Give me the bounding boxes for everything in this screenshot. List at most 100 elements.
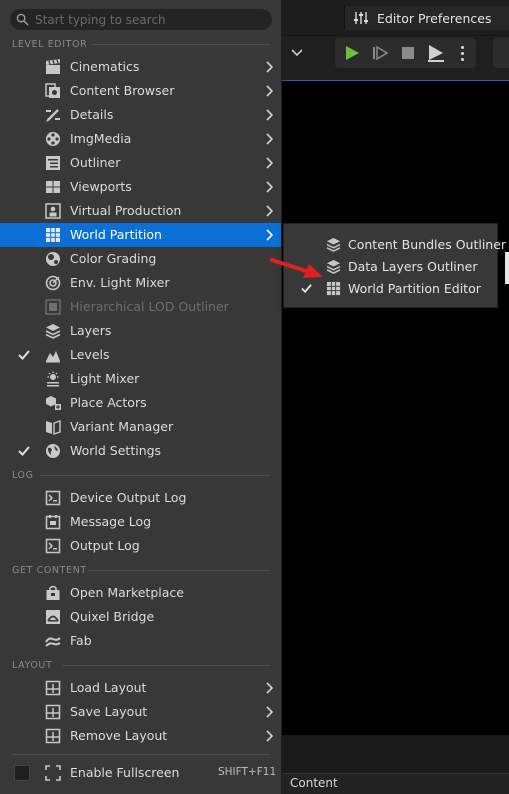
editor-preferences-button[interactable]: Editor Preferences [344, 6, 509, 30]
place-actors-icon [46, 396, 61, 410]
bottom-tab-content[interactable]: Content [290, 776, 338, 790]
menu-item-cinematics[interactable]: Cinematics [0, 55, 281, 79]
search-icon [16, 13, 29, 26]
chevron-right-icon [266, 109, 274, 121]
advance-frame-icon [373, 45, 389, 61]
menu-item-outliner[interactable]: Outliner [0, 151, 281, 175]
menu-item-label: Levels [70, 347, 110, 362]
more-options-button[interactable] [455, 42, 469, 64]
menu-item-imgmedia[interactable]: ImgMedia [0, 127, 281, 151]
menu-item-content-browser[interactable]: Content Browser [0, 79, 281, 103]
menu-item-label: Load Layout [70, 680, 147, 695]
checkmark-icon [18, 446, 30, 456]
device-output-log-icon [45, 490, 61, 506]
search-input[interactable] [35, 12, 255, 27]
menu-item-label: Remove Layout [70, 728, 168, 743]
menu-item-fab[interactable]: Fab [0, 629, 281, 653]
section-divider [12, 754, 270, 755]
menu-item-label: Color Grading [70, 251, 157, 266]
chevron-right-icon [266, 730, 274, 742]
output-log-icon [45, 538, 61, 554]
details-icon [46, 109, 60, 122]
fullscreen-icon [45, 765, 61, 781]
submenu-item-label: Content Bundles Outliner [348, 237, 507, 252]
section-level-editor: LEVEL EDITOR [12, 39, 88, 50]
menu-item-label: Open Marketplace [70, 585, 184, 600]
menu-search[interactable] [10, 9, 272, 30]
menu-item-label: Variant Manager [70, 419, 174, 434]
menu-item-world-partition[interactable]: World Partition [0, 223, 281, 247]
submenu-item-world-partition-editor[interactable]: World Partition Editor [284, 278, 497, 300]
section-log: LOG [12, 470, 34, 481]
section-get-content: GET CONTENT [12, 565, 87, 576]
eject-button[interactable] [425, 42, 447, 64]
menu-item-color-grading[interactable]: Color Grading [0, 247, 281, 271]
menu-item-quixel-bridge[interactable]: Quixel Bridge [0, 605, 281, 629]
variant-manager-icon [46, 420, 61, 435]
chevron-down-icon[interactable] [288, 44, 306, 62]
menu-item-light-mixer[interactable]: Light Mixer [0, 367, 281, 391]
section-layout: LAYOUT [12, 660, 53, 671]
viewport-overlay-edge [505, 252, 509, 284]
menu-item-layers[interactable]: Layers [0, 319, 281, 343]
levels-icon [46, 351, 60, 363]
menu-item-message-log[interactable]: Message Log [0, 510, 281, 534]
menu-item-output-log[interactable]: Output Log [0, 534, 281, 558]
menu-item-variant-manager[interactable]: Variant Manager [0, 415, 281, 439]
menu-item-label: World Settings [70, 443, 162, 458]
message-log-icon [45, 515, 61, 530]
menu-item-place-actors[interactable]: Place Actors [0, 391, 281, 415]
toolbar-right-edge [493, 38, 509, 68]
quixel-bridge-icon [46, 610, 60, 624]
eject-icon [428, 45, 444, 62]
imgmedia-icon [46, 132, 60, 146]
menu-item-hierarchical-lod-outliner[interactable]: Hierarchical LOD Outliner [0, 295, 281, 319]
submenu-item-content-bundles-outliner[interactable]: Content Bundles Outliner [284, 234, 506, 256]
menu-item-levels[interactable]: Levels [0, 343, 281, 367]
menu-item-enable-fullscreen[interactable]: Enable Fullscreen SHIFT+F11 [0, 758, 281, 788]
menu-item-label: Enable Fullscreen [70, 765, 180, 780]
advance-frame-button[interactable] [369, 42, 391, 64]
menu-item-virtual-production[interactable]: Virtual Production [0, 199, 281, 223]
content-browser-icon [45, 83, 60, 98]
chevron-right-icon [266, 706, 274, 718]
menu-item-device-output-log[interactable]: Device Output Log [0, 486, 281, 510]
sliders-icon [354, 12, 368, 24]
data-layers-icon [326, 259, 341, 274]
play-button[interactable] [341, 42, 363, 64]
light-mixer-icon [47, 371, 59, 387]
window-menu: LEVEL EDITOR Cinematics Content Browser … [0, 0, 282, 794]
menu-item-label: Light Mixer [70, 371, 140, 386]
submenu-item-data-layers-outliner[interactable]: Data Layers Outliner [284, 256, 497, 278]
menu-item-label: Layers [70, 323, 112, 338]
stop-icon [402, 47, 414, 59]
menu-item-label: Save Layout [70, 704, 148, 719]
menu-item-world-settings[interactable]: World Settings [0, 439, 281, 463]
menu-item-env-light-mixer[interactable]: Env. Light Mixer [0, 271, 281, 295]
section-divider [88, 570, 270, 571]
viewport[interactable] [282, 80, 509, 735]
menu-item-label: ImgMedia [70, 131, 132, 146]
chevron-right-icon [266, 133, 274, 145]
menu-item-label: Place Actors [70, 395, 147, 410]
fullscreen-checkbox[interactable] [14, 765, 30, 781]
stop-button[interactable] [397, 42, 419, 64]
save-layout-icon [45, 704, 61, 720]
world-partition-submenu: Content Bundles Outliner Data Layers Out… [283, 223, 506, 308]
viewports-icon [46, 181, 60, 193]
menu-item-label: Device Output Log [70, 490, 187, 505]
menu-item-label: Cinematics [70, 59, 140, 74]
checkmark-icon [301, 284, 312, 294]
world-partition-editor-icon [326, 281, 341, 296]
virtual-production-icon [45, 203, 61, 219]
menu-item-viewports[interactable]: Viewports [0, 175, 281, 199]
menu-item-save-layout[interactable]: Save Layout [0, 700, 281, 724]
checkmark-icon [18, 350, 30, 360]
chevron-right-icon [266, 157, 274, 169]
menu-item-remove-layout[interactable]: Remove Layout [0, 724, 281, 748]
menu-item-open-marketplace[interactable]: Open Marketplace [0, 581, 281, 605]
menu-item-load-layout[interactable]: Load Layout [0, 676, 281, 700]
menu-item-details[interactable]: Details [0, 103, 281, 127]
shortcut-label: SHIFT+F11 [218, 766, 277, 778]
remove-layout-icon [45, 728, 61, 744]
